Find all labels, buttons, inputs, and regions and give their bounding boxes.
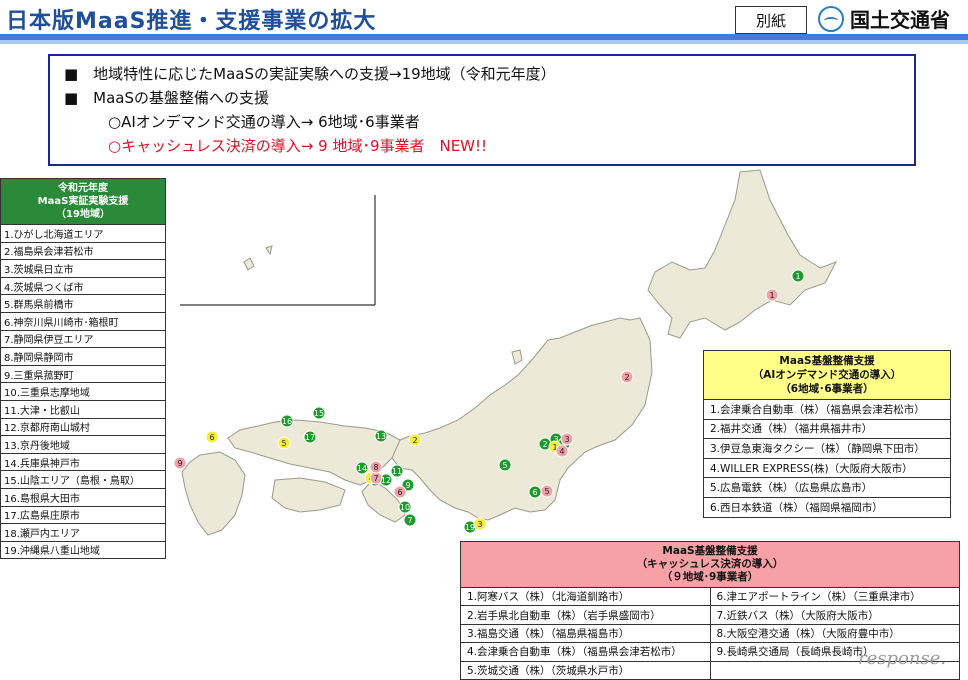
- green-marker-label: 9: [405, 481, 410, 490]
- demo-region-row: 17.広島県庄原市: [0, 505, 166, 525]
- demo-region-row: 12.京都府南山城村: [0, 417, 166, 437]
- okinawa-shape: [243, 257, 255, 271]
- cashless-operator-cell: 3.福島交通（株）（福島県福島市）: [460, 623, 711, 644]
- demo-region-row: 13.京丹後地域: [0, 435, 166, 454]
- ai-operator-row: 5.広島電鉄（株）（広島県広島市）: [703, 477, 951, 498]
- cash-header-line-1: MaaS基盤整備支援: [662, 545, 758, 557]
- red-marker-label: 2: [624, 373, 629, 382]
- demo-region-row: 1.ひがし北海道エリア: [0, 224, 166, 243]
- shikoku-shape: [271, 477, 346, 513]
- ai-operator-row: 3.伊豆急東海タクシー（株）（静岡県下田市）: [703, 438, 951, 459]
- cashless-operator-cell: 4.会津乗合自動車（株）（福島県会津若松市）: [460, 642, 711, 662]
- green-marker-label: 5: [502, 461, 507, 470]
- yellow-marker-label: 2: [412, 436, 417, 445]
- demo-region-row: 3.茨城県日立市: [0, 259, 166, 278]
- demo-region-row: 2.福島県会津若松市: [0, 241, 166, 261]
- demo-region-row: 5.群馬県前橋市: [0, 294, 166, 313]
- cash-header-line-3: （９地域･9事業者）: [661, 571, 759, 583]
- cash-header-line-2: （キャッシュレス決済の導入）: [636, 558, 784, 570]
- cashless-operator-cell: 2.岩手県北自動車（株）（岩手県盛岡市）: [460, 605, 711, 625]
- green-marker-label: 13: [376, 432, 386, 441]
- demo-region-row: 6.神奈川県川崎市･箱根町: [0, 311, 166, 331]
- demo-region-row: 7.静岡県伊豆エリア: [0, 329, 166, 349]
- demo-region-row: 4.茨城県つくば市: [0, 276, 166, 296]
- cash-table-header: MaaS基盤整備支援 （キャッシュレス決済の導入） （９地域･9事業者）: [460, 541, 960, 588]
- okinawa-shape-2: [265, 245, 273, 256]
- cashless-operator-cell: 7.近鉄バス（株）（大阪府大阪市）: [709, 605, 960, 625]
- yellow-marker-label: 6: [209, 433, 214, 442]
- demo-region-row: 8.静岡県静岡市: [0, 347, 166, 366]
- ai-header-line-1: MaaS基盤整備支援: [779, 355, 875, 367]
- demo-region-row: 9.三重県菰野町: [0, 364, 166, 384]
- response-watermark: response.: [858, 648, 947, 669]
- demo-header-line-1: 令和元年度: [58, 183, 108, 194]
- green-marker-label: 14: [357, 464, 367, 473]
- kyushu-shape: [181, 451, 246, 536]
- demo-region-row: 11.大津・比叡山: [0, 399, 166, 419]
- green-marker-label: 17: [305, 433, 315, 442]
- demo-region-row: 14.兵庫県神戸市: [0, 452, 166, 472]
- red-marker-label: 8: [373, 463, 378, 472]
- green-marker-label: 10: [400, 503, 410, 512]
- ai-ondemand-table: MaaS基盤整備支援 （AIオンデマンド交通の導入） （6地域･6事業者） 1.…: [703, 350, 951, 518]
- hokkaido-shape: [647, 169, 838, 339]
- ai-operator-row: 6.西日本鉄道（株）（福岡県福岡市）: [703, 496, 951, 518]
- green-marker-label: 7: [407, 516, 412, 525]
- ai-header-line-2: （AIオンデマンド交通の導入）: [752, 369, 902, 381]
- green-marker-label: 16: [282, 417, 292, 426]
- red-marker-label: 4: [559, 447, 564, 456]
- green-marker-label: 2: [542, 440, 547, 449]
- ai-header-line-3: （6地域･6事業者）: [780, 383, 874, 395]
- red-marker-label: 1: [769, 291, 774, 300]
- green-marker-label: 11: [392, 467, 402, 476]
- ai-operator-row: 2.福井交通（株）（福井県福井市）: [703, 418, 951, 440]
- ai-table-header: MaaS基盤整備支援 （AIオンデマンド交通の導入） （6地域･6事業者）: [703, 350, 951, 400]
- demo-region-row: 10.三重県志摩地域: [0, 382, 166, 401]
- red-marker-label: 9: [177, 459, 182, 468]
- red-marker-label: 6: [397, 488, 402, 497]
- cashless-operator-cell: 6.津エアポートライン（株）（三重県津市）: [709, 586, 960, 607]
- demo-region-row: 18.瀬戸内エリア: [0, 523, 166, 542]
- demo-region-row: 16.島根県大田市: [0, 487, 166, 507]
- green-marker-label: 15: [314, 409, 324, 418]
- ai-operator-row: 4.WILLER EXPRESS(株)（大阪府大阪市）: [703, 457, 951, 479]
- yellow-marker-label: 5: [281, 439, 286, 448]
- demo-header-line-3: （19地域）: [56, 209, 110, 220]
- red-marker-label: 3: [564, 435, 569, 444]
- red-marker-label: 7: [373, 474, 378, 483]
- demo-region-row: 19.沖縄県八重山地域: [0, 540, 166, 560]
- red-marker-label: 5: [544, 487, 549, 496]
- demo-region-table: 令和元年度 MaaS実証実験支援 （19地域） 1.ひがし北海道エリア 2.福島県…: [0, 178, 166, 560]
- demo-region-row: 15.山陰エリア（島根・鳥取）: [0, 470, 166, 489]
- demo-header-line-2: MaaS実証実験支援: [37, 196, 129, 207]
- honshu-shape: [387, 317, 653, 521]
- ai-operator-row: 1.会津乗合自動車（株）（福島県会津若松市）: [703, 399, 951, 420]
- green-marker-label: 1: [795, 272, 800, 281]
- yellow-marker-label: 3: [477, 520, 482, 529]
- demo-region-table-header: 令和元年度 MaaS実証実験支援 （19地域）: [0, 178, 166, 225]
- cashless-operator-cell: 1.阿寒バス（株）（北海道釧路市）: [460, 586, 711, 607]
- sado-shape: [511, 349, 523, 365]
- green-marker-label: 6: [532, 488, 537, 497]
- cashless-operator-cell: 8.大阪空港交通（株）（大阪府豊中市）: [709, 623, 960, 644]
